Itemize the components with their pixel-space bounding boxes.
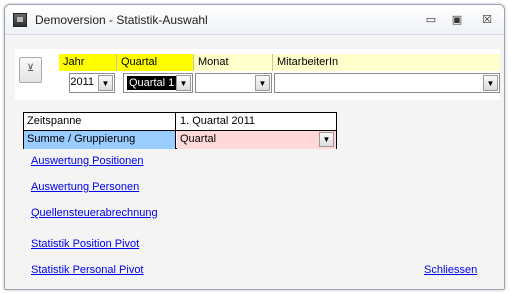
header-quarter: Quartal <box>116 54 193 71</box>
chevron-down-icon[interactable]: ▼ <box>255 75 270 91</box>
employee-select[interactable]: ▼ <box>274 73 500 93</box>
link-auswertung-positionen[interactable]: Auswertung Positionen <box>31 155 144 167</box>
quarter-value: Quartal 1 <box>127 76 177 90</box>
chevron-down-icon[interactable]: ▼ <box>98 75 113 91</box>
year-select[interactable]: 2011 ▼ <box>69 73 115 93</box>
filter-icon[interactable]: ⊻ <box>19 57 42 83</box>
grouping-select[interactable]: Quartal ▼ <box>177 131 336 149</box>
link-auswertung-personen[interactable]: Auswertung Personen <box>31 181 139 193</box>
quarter-select[interactable]: Quartal 1 ▼ <box>123 73 193 93</box>
window-title: Demoversion - Statistik-Auswahl <box>35 13 208 27</box>
maximize-button[interactable]: ▣ <box>446 12 468 28</box>
header-month: Monat <box>193 54 272 71</box>
period-value: 1. Quartal 2011 <box>180 115 256 127</box>
chevron-down-icon[interactable]: ▼ <box>319 132 334 147</box>
filter-panel: ⊻ Jahr Quartal Monat MitarbeiterIn 2011 … <box>15 49 500 100</box>
link-quellensteuerabrechnung[interactable]: Quellensteuerabrechnung <box>31 207 158 219</box>
year-value: 2011 <box>70 76 94 88</box>
close-window-button[interactable]: ☒ <box>476 12 498 28</box>
month-select[interactable]: ▼ <box>195 73 272 93</box>
period-row: Zeitspanne 1. Quartal 2011 <box>24 113 336 131</box>
chevron-down-icon[interactable]: ▼ <box>483 75 498 91</box>
link-statistik-personal-pivot[interactable]: Statistik Personal Pivot <box>31 264 144 276</box>
grouping-value: Quartal <box>180 133 217 145</box>
app-icon <box>13 13 27 27</box>
header-employee: MitarbeiterIn <box>272 54 500 71</box>
period-label: Zeitspanne <box>24 113 176 130</box>
close-link[interactable]: Schliessen <box>424 264 477 276</box>
grouping-row[interactable]: Summe / Gruppierung Quartal ▼ <box>24 131 336 149</box>
title-bar[interactable]: Demoversion - Statistik-Auswahl ▭ ▣ ☒ <box>5 5 504 35</box>
grouping-label: Summe / Gruppierung <box>24 131 176 149</box>
chevron-down-icon[interactable]: ▼ <box>176 75 191 91</box>
link-statistik-position-pivot[interactable]: Statistik Position Pivot <box>31 238 139 250</box>
summary-table: Zeitspanne 1. Quartal 2011 Summe / Grupp… <box>23 112 337 149</box>
minimize-button[interactable]: ▭ <box>420 12 442 28</box>
header-year: Jahr <box>59 54 116 71</box>
statistik-auswahl-window: Demoversion - Statistik-Auswahl ▭ ▣ ☒ ⊻ … <box>4 4 505 290</box>
